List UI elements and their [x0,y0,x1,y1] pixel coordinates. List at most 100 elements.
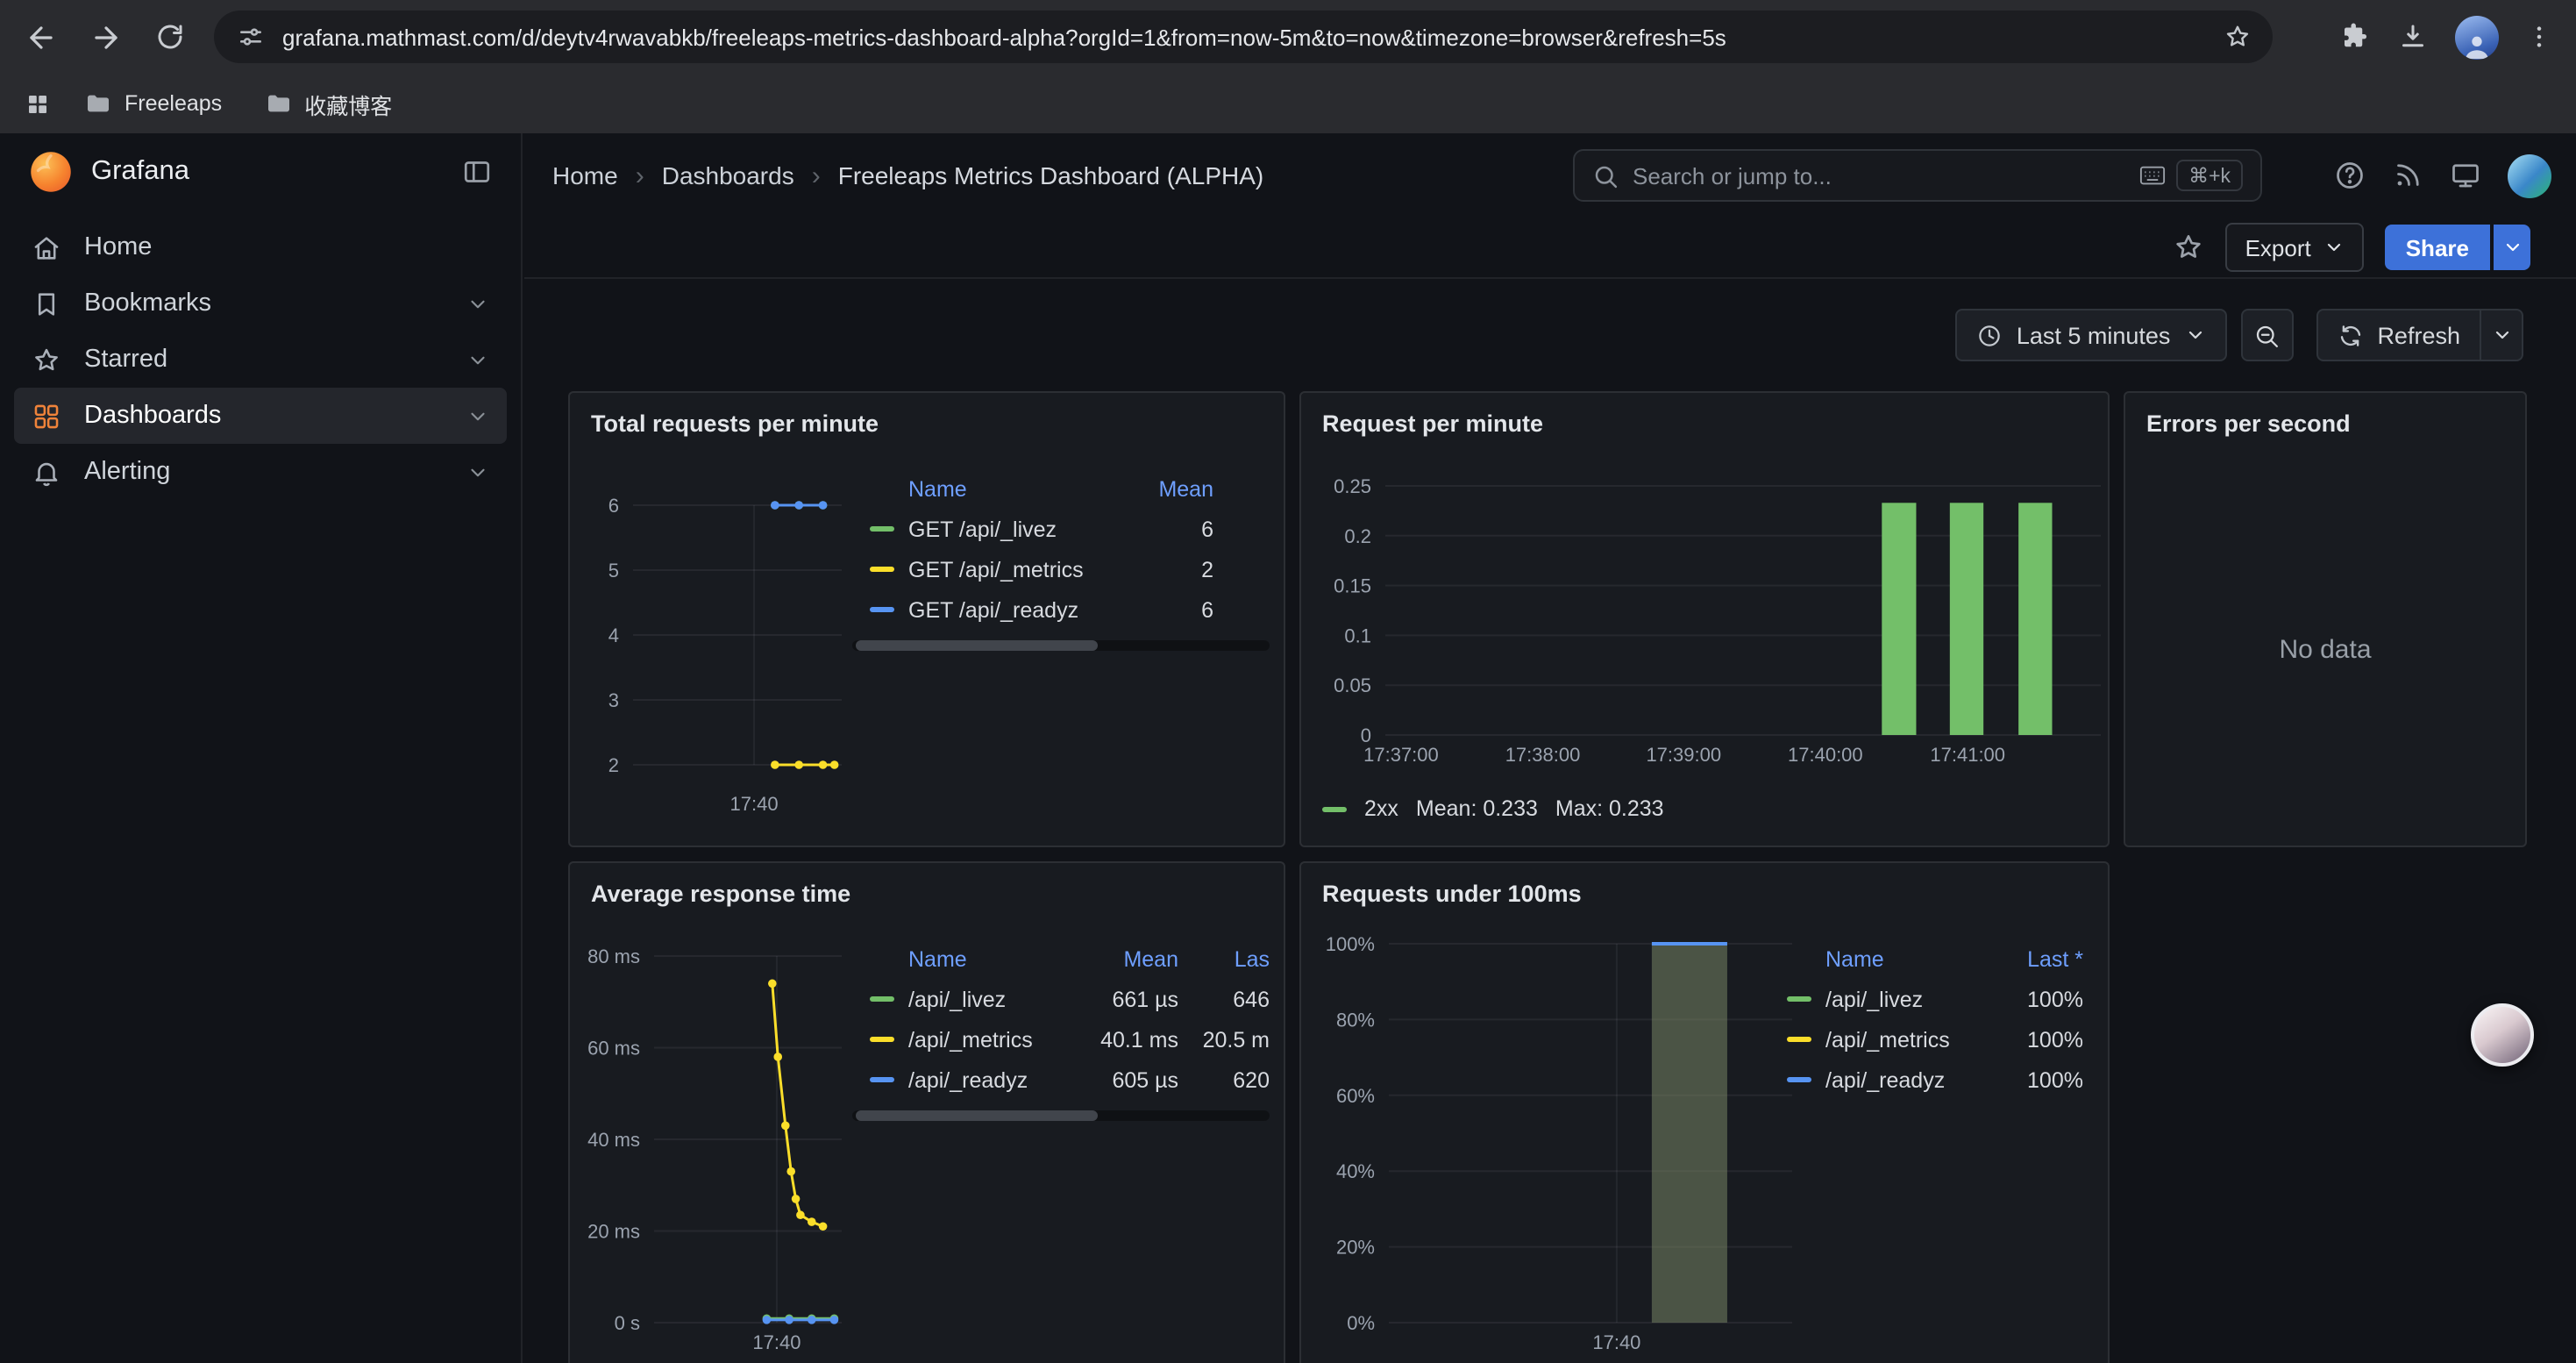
grafana-logo[interactable] [28,149,74,195]
chevron-down-icon [2491,325,2512,346]
legend-col-mean[interactable]: Mean [1056,947,1178,972]
tv-kiosk-icon[interactable] [2450,160,2481,191]
legend-col-mean[interactable]: Mean [1158,477,1270,502]
panel-title[interactable]: Average response time [570,863,850,923]
legend-header[interactable]: Name Last * [1787,940,2096,979]
panel-errors-per-second: Errors per second No data [2124,391,2527,847]
chevron-down-icon[interactable] [466,460,489,483]
panel-title[interactable]: Request per minute [1301,393,1543,453]
legend-header[interactable]: Name Mean Las [852,940,1270,979]
sidebar-item-home[interactable]: Home [14,219,507,275]
legend-col-name[interactable]: Name [908,477,967,502]
legend-col-name[interactable]: Name [1825,947,1884,972]
browser-profile-avatar[interactable] [2455,15,2499,59]
legend-col-name[interactable]: Name [908,947,1056,972]
legend-row[interactable]: /api/_readyz 605 µs 620 [852,1060,1270,1100]
series-mean: 6 [1201,597,1270,622]
chevron-down-icon[interactable] [466,348,489,371]
refresh-button[interactable]: Refresh [2316,309,2481,361]
series-name[interactable]: 2xx [1364,796,1398,821]
clock-icon [1976,322,2003,348]
sidebar-item-starred[interactable]: Starred [14,332,507,388]
url-text[interactable]: grafana.mathmast.com/d/deytv4rwavabkb/fr… [282,24,2202,50]
legend-row[interactable]: /api/_readyz 100% [1787,1060,2096,1100]
legend-row[interactable]: /api/_metrics 100% [1787,1019,2096,1060]
series-name[interactable]: /api/_livez [1825,987,1923,1011]
refresh-icon [2337,322,2363,348]
sidebar-item-dashboards[interactable]: Dashboards [14,388,507,444]
panel-request-per-minute: Request per minute 0.250.20.150.10.05017… [1299,391,2110,847]
series-name[interactable]: /api/_readyz [1825,1067,1945,1092]
chevron-down-icon[interactable] [466,404,489,427]
series-name[interactable]: GET /api/_readyz [908,597,1078,622]
series-mean: 605 µs [1056,1067,1178,1092]
download-icon[interactable] [2397,21,2429,53]
search-input[interactable]: Search or jump to... ⌘+k [1573,149,2262,202]
legend-row[interactable]: /api/_livez 661 µs 646 [852,979,1270,1019]
grafana-app: Grafana Home Bookmarks [0,133,2576,1363]
scrollbar-thumb[interactable] [856,640,1098,651]
sidebar-item-label: Alerting [84,458,170,486]
export-button[interactable]: Export [2226,223,2364,272]
chevron-down-icon[interactable] [466,292,489,315]
search-placeholder: Search or jump to... [1633,162,1832,189]
series-color [1787,1077,1811,1082]
legend-col-last[interactable]: Last * [2027,947,2096,972]
legend-header[interactable]: Name Mean [852,470,1270,509]
series-name[interactable]: /api/_metrics [1825,1027,1950,1052]
legend-row[interactable]: /api/_metrics 40.1 ms 20.5 m [852,1019,1270,1060]
panel-title[interactable]: Errors per second [2125,393,2351,453]
legend-col-last[interactable]: Las [1178,947,1270,972]
sidebar: Grafana Home Bookmarks [0,133,523,1363]
shortcut-badge: ⌘+k [2176,160,2243,191]
share-menu-button[interactable] [2490,225,2530,270]
legend-row[interactable]: GET /api/_livez 6 [852,509,1270,549]
url-bar[interactable]: grafana.mathmast.com/d/deytv4rwavabkb/fr… [214,11,2273,63]
breadcrumb-dashboards[interactable]: Dashboards [662,161,794,189]
chevron-down-icon [2323,237,2345,258]
series-last: 20.5 m [1178,1027,1270,1052]
series-name[interactable]: /api/_metrics [908,1027,1056,1052]
back-icon[interactable] [16,12,65,61]
zoom-out-button[interactable] [2240,309,2293,361]
help-icon[interactable] [2334,160,2366,191]
user-avatar[interactable] [2508,153,2551,197]
series-color [870,996,894,1002]
series-name[interactable]: /api/_readyz [908,1067,1056,1092]
sidebar-item-label: Bookmarks [84,289,211,318]
floating-avatar[interactable] [2471,1003,2534,1067]
refresh-interval-button[interactable] [2481,309,2523,361]
bookmark-folder-blogs[interactable]: 收藏博客 [248,80,408,127]
browser-menu-icon[interactable] [2525,23,2553,51]
legend-row[interactable]: GET /api/_readyz 6 [852,589,1270,630]
apps-grid-icon[interactable] [25,90,51,117]
top-nav-row: Home › Dashboards › Freeleaps Metrics Da… [524,133,2576,218]
svg-text:3: 3 [608,689,619,711]
news-rss-icon[interactable] [2392,160,2423,191]
share-button[interactable]: Share [2385,225,2490,270]
panel-title[interactable]: Requests under 100ms [1301,863,1582,923]
time-range-picker[interactable]: Last 5 minutes [1955,309,2227,361]
reload-icon[interactable] [146,12,195,61]
breadcrumb-home[interactable]: Home [552,161,618,189]
dock-sidebar-icon[interactable] [461,156,493,188]
bookmark-star-icon[interactable] [2224,23,2252,51]
series-name[interactable]: /api/_livez [908,987,1056,1011]
series-name[interactable]: GET /api/_livez [908,517,1057,541]
request-per-minute-chart: 0.250.20.150.10.05017:37:0017:38:0017:39… [1301,393,2108,846]
scrollbar-thumb[interactable] [856,1110,1098,1121]
favorite-star-icon[interactable] [2174,232,2205,263]
svg-text:5: 5 [608,560,619,582]
panel-title[interactable]: Total requests per minute [570,393,879,453]
legend-row[interactable]: /api/_livez 100% [1787,979,2096,1019]
site-settings-icon[interactable] [237,23,265,51]
extensions-icon[interactable] [2339,21,2371,53]
bookmark-folder-freeleaps[interactable]: Freeleaps [68,82,238,125]
forward-icon[interactable] [81,12,130,61]
legend-row[interactable]: GET /api/_metrics 2 [852,549,1270,589]
sidebar-item-alerting[interactable]: Alerting [14,444,507,500]
sidebar-item-bookmarks[interactable]: Bookmarks [14,275,507,332]
series-name[interactable]: GET /api/_metrics [908,557,1084,582]
panel-legend[interactable]: 2xx Mean: 0.233 Max: 0.233 [1322,796,1664,821]
breadcrumb-current: Freeleaps Metrics Dashboard (ALPHA) [838,161,1264,189]
